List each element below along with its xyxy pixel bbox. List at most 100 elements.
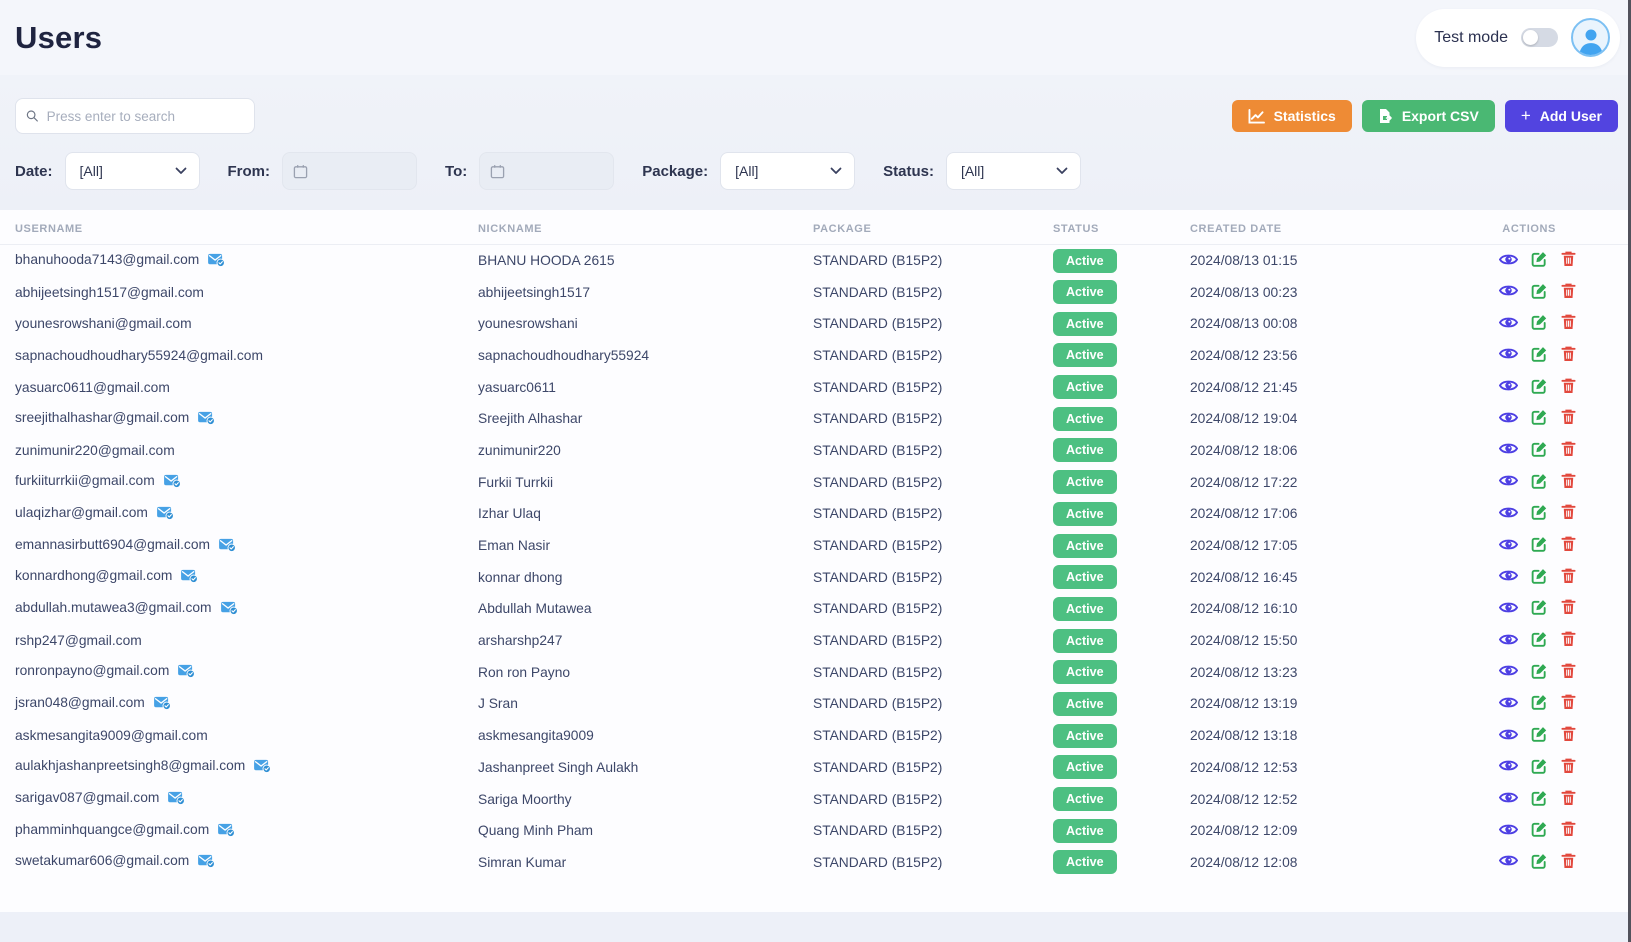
view-user-icon[interactable] [1499, 381, 1518, 396]
username-text: askmesangita9009@gmail.com [15, 728, 208, 743]
delete-user-icon[interactable] [1561, 477, 1576, 492]
view-user-icon[interactable] [1499, 698, 1518, 713]
test-mode-toggle[interactable] [1521, 28, 1558, 47]
to-date-input[interactable] [479, 152, 614, 190]
add-user-button[interactable]: + Add User [1505, 100, 1618, 132]
view-user-icon[interactable] [1499, 318, 1518, 333]
edit-user-icon[interactable] [1531, 825, 1548, 840]
table-row: yasuarc0611@gmail.com yasuarc0611 STANDA… [0, 371, 1631, 403]
view-user-icon[interactable] [1499, 825, 1518, 840]
delete-user-icon[interactable] [1561, 508, 1576, 523]
delete-user-icon[interactable] [1561, 857, 1576, 872]
delete-user-icon[interactable] [1561, 318, 1576, 333]
view-user-icon[interactable] [1499, 635, 1518, 650]
view-user-icon[interactable] [1499, 476, 1518, 491]
statistics-button[interactable]: Statistics [1232, 100, 1352, 132]
edit-user-icon[interactable] [1531, 477, 1548, 492]
edit-user-icon[interactable] [1531, 508, 1548, 523]
view-user-icon[interactable] [1499, 413, 1518, 428]
view-user-icon[interactable] [1499, 793, 1518, 808]
view-user-icon[interactable] [1499, 349, 1518, 364]
view-user-icon[interactable] [1499, 761, 1518, 776]
delete-user-icon[interactable] [1561, 730, 1576, 745]
edit-user-icon[interactable] [1531, 413, 1548, 428]
delete-user-icon[interactable] [1561, 350, 1576, 365]
edit-user-icon[interactable] [1531, 794, 1548, 809]
delete-user-icon[interactable] [1561, 255, 1576, 270]
view-user-icon[interactable] [1499, 444, 1518, 459]
add-user-label: Add User [1540, 108, 1602, 124]
nickname-cell: arsharshp247 [478, 625, 813, 657]
delete-user-icon[interactable] [1561, 698, 1576, 713]
nickname-cell: Sariga Moorthy [478, 783, 813, 815]
delete-user-icon[interactable] [1561, 825, 1576, 840]
table-row: sreejithalhashar@gmail.com Sreejith Alha… [0, 403, 1631, 435]
app-header: Users Test mode [0, 0, 1631, 75]
actions-cell [1490, 245, 1631, 277]
nickname-cell: zunimunir220 [478, 435, 813, 467]
delete-user-icon[interactable] [1561, 413, 1576, 428]
delete-user-icon[interactable] [1561, 540, 1576, 555]
status-cell: Active [1053, 783, 1190, 815]
delete-user-icon[interactable] [1561, 382, 1576, 397]
delete-user-icon[interactable] [1561, 572, 1576, 587]
search-input[interactable] [47, 109, 244, 124]
delete-user-icon[interactable] [1561, 762, 1576, 777]
delete-user-icon[interactable] [1561, 445, 1576, 460]
view-user-icon[interactable] [1499, 730, 1518, 745]
edit-user-icon[interactable] [1531, 667, 1548, 682]
edit-user-icon[interactable] [1531, 255, 1548, 270]
edit-user-icon[interactable] [1531, 318, 1548, 333]
view-user-icon[interactable] [1499, 508, 1518, 523]
nickname-cell: younesrowshani [478, 308, 813, 340]
date-filter-select[interactable]: [All] [65, 152, 200, 190]
created-date-cell: 2024/08/12 13:18 [1190, 720, 1490, 752]
statistics-chart-icon [1248, 109, 1265, 124]
view-user-icon[interactable] [1499, 666, 1518, 681]
table-row: konnardhong@gmail.com konnar dhong STAND… [0, 561, 1631, 593]
username-cell: sarigav087@gmail.com [0, 783, 478, 815]
view-user-icon[interactable] [1499, 540, 1518, 555]
delete-user-icon[interactable] [1561, 287, 1576, 302]
username-cell: emannasirbutt6904@gmail.com [0, 530, 478, 562]
delete-user-icon[interactable] [1561, 603, 1576, 618]
package-filter-select[interactable]: [All] [720, 152, 855, 190]
edit-user-icon[interactable] [1531, 287, 1548, 302]
edit-user-icon[interactable] [1531, 540, 1548, 555]
status-badge: Active [1053, 692, 1117, 716]
edit-user-icon[interactable] [1531, 762, 1548, 777]
view-user-icon[interactable] [1499, 603, 1518, 618]
view-user-icon[interactable] [1499, 255, 1518, 270]
created-date-cell: 2024/08/12 12:08 [1190, 847, 1490, 879]
edit-user-icon[interactable] [1531, 698, 1548, 713]
created-date-cell: 2024/08/12 13:19 [1190, 688, 1490, 720]
status-filter-select[interactable]: [All] [946, 152, 1081, 190]
view-user-icon[interactable] [1499, 856, 1518, 871]
from-date-input[interactable] [282, 152, 417, 190]
actions-cell [1490, 752, 1631, 784]
filters-bar: Date: [All] From: To: Package: [A [15, 152, 1618, 210]
status-cell: Active [1053, 593, 1190, 625]
view-user-icon[interactable] [1499, 571, 1518, 586]
edit-user-icon[interactable] [1531, 857, 1548, 872]
edit-user-icon[interactable] [1531, 350, 1548, 365]
search-box[interactable] [15, 98, 255, 134]
delete-user-icon[interactable] [1561, 635, 1576, 650]
edit-user-icon[interactable] [1531, 445, 1548, 460]
username-text: abdullah.mutawea3@gmail.com [15, 600, 212, 615]
delete-user-icon[interactable] [1561, 794, 1576, 809]
delete-user-icon[interactable] [1561, 667, 1576, 682]
view-user-icon[interactable] [1499, 286, 1518, 301]
export-csv-button[interactable]: Export CSV [1362, 100, 1495, 132]
edit-user-icon[interactable] [1531, 635, 1548, 650]
edit-user-icon[interactable] [1531, 572, 1548, 587]
table-row: ronronpayno@gmail.com Ron ron Payno STAN… [0, 656, 1631, 688]
actions-cell [1490, 688, 1631, 720]
table-row: bhanuhooda7143@gmail.com BHANU HOODA 261… [0, 245, 1631, 277]
edit-user-icon[interactable] [1531, 730, 1548, 745]
edit-user-icon[interactable] [1531, 382, 1548, 397]
verified-mail-icon [254, 761, 271, 776]
edit-user-icon[interactable] [1531, 603, 1548, 618]
avatar[interactable] [1571, 18, 1610, 57]
username-cell: ulaqizhar@gmail.com [0, 498, 478, 530]
